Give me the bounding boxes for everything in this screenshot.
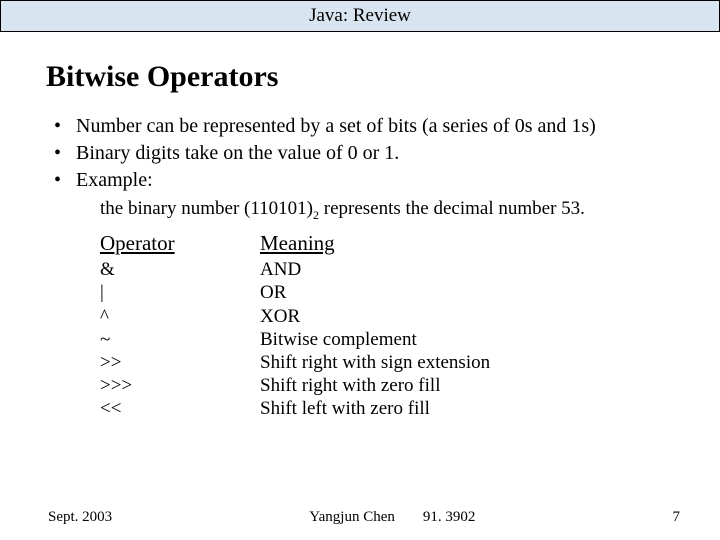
bullet-list: Number can be represented by a set of bi… [48,114,680,192]
footer-center: Yangjun Chen 91. 3902 [112,509,672,526]
footer-author: Yangjun Chen [309,509,395,525]
footer-page: 7 [673,509,681,526]
slide-header-title: Java: Review [309,5,411,27]
footer-course: 91. 3902 [423,509,476,525]
slide-heading: Bitwise Operators [46,60,680,94]
table-cell-op: >>> [100,374,260,397]
table-cell-op: >> [100,351,260,374]
table-cell-op: ~ [100,328,260,351]
bullet-item: Binary digits take on the value of 0 or … [48,141,680,166]
table-cell-op: & [100,258,260,281]
table-cell-op: | [100,281,260,304]
table-cell-mean: AND [260,258,680,281]
footer-date: Sept. 2003 [48,509,112,526]
slide-footer: Sept. 2003 Yangjun Chen 91. 3902 7 [0,509,720,526]
bullet-item: Number can be represented by a set of bi… [48,114,680,139]
slide-header: Java: Review [0,0,720,32]
table-cell-mean: Shift right with zero fill [260,374,680,397]
operator-table: Operator Meaning & AND | OR ^ XOR ~ Bitw… [100,231,680,420]
table-cell-op: << [100,397,260,420]
example-suffix: represents the decimal number 53. [319,198,585,219]
example-prefix: the binary number (110101) [100,198,313,219]
slide-content: Bitwise Operators Number can be represen… [0,32,720,420]
table-cell-mean: OR [260,281,680,304]
example-text: the binary number (110101)2 represents t… [100,198,680,223]
table-cell-mean: Shift left with zero fill [260,397,680,420]
bullet-item: Example: [48,168,680,193]
table-cell-mean: Shift right with sign extension [260,351,680,374]
table-cell-op: ^ [100,305,260,328]
table-cell-mean: XOR [260,305,680,328]
table-header-operator: Operator [100,231,260,256]
table-header-meaning: Meaning [260,231,680,256]
table-cell-mean: Bitwise complement [260,328,680,351]
